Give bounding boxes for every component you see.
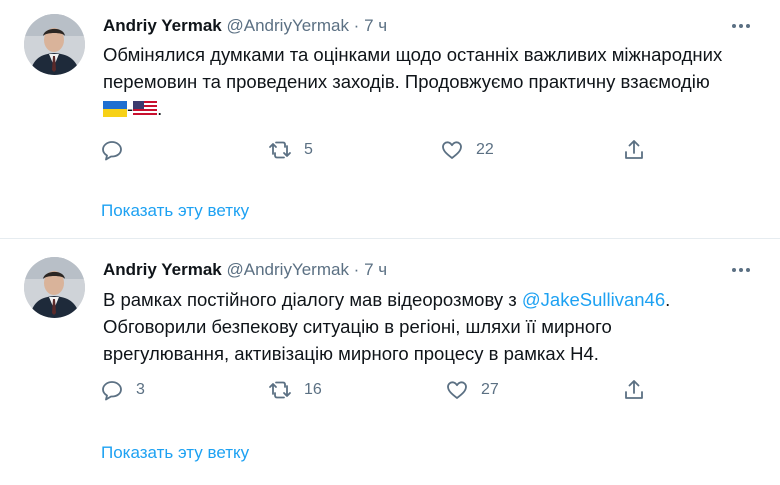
like-count: 22 [476,141,494,158]
share-button[interactable] [622,376,646,404]
tweet-text-line: Обговорили безпекову ситуацію в регіоні,… [103,316,612,337]
like-icon [442,141,462,159]
tweet-actions: 3 16 27 [100,376,660,404]
retweet-icon [269,381,291,399]
share-icon [625,140,643,159]
tweet-text-line: -. [103,95,763,122]
text-suffix: . [665,289,671,310]
tweet-2[interactable]: Andriy Yermak @AndriyYermak · 7 ч В рамк… [0,240,780,485]
mention-link[interactable]: @JakeSullivan46 [522,289,665,310]
author-name[interactable]: Andriy Yermak [103,260,222,279]
author-handle[interactable]: @AndriyYermak [227,260,349,279]
avatar-photo [24,14,85,75]
tweet-text-line: Обмінялися думками та оцінками щодо оста… [103,44,723,65]
tweet-1[interactable]: Andriy Yermak @AndriyYermak · 7 ч Обміня… [0,0,780,238]
timestamp[interactable]: 7 ч [364,16,387,35]
retweet-button[interactable]: 5 [268,136,313,164]
more-icon[interactable] [730,16,752,36]
author-name[interactable]: Andriy Yermak [103,16,222,35]
more-icon[interactable] [730,260,752,280]
like-button[interactable]: 27 [445,376,499,404]
retweet-count: 16 [304,381,322,398]
like-icon [447,381,467,399]
reply-count: 3 [136,381,145,398]
text-suffix: . [157,98,163,119]
avatar[interactable] [24,14,85,75]
tweet-divider [0,238,780,239]
reply-button[interactable]: 3 [100,376,145,404]
tweet-text: В рамках постійного діалогу мав відеороз… [103,286,763,367]
share-icon [625,380,643,399]
author-handle[interactable]: @AndriyYermak [227,16,349,35]
ukraine-flag-icon [103,101,127,117]
tweet-text: Обмінялися думками та оцінками щодо оста… [103,41,763,122]
reply-icon [102,141,122,161]
tweet-text-line: перемовин та проведених заходів. Продовж… [103,71,710,92]
retweet-icon [269,141,291,159]
separator-dot: · [348,16,365,35]
tweet-header: Andriy Yermak @AndriyYermak · 7 ч [103,260,387,280]
usa-flag-icon [133,101,158,117]
avatar[interactable] [24,257,85,318]
reply-button[interactable] [100,136,136,164]
retweet-count: 5 [304,141,313,158]
timestamp[interactable]: 7 ч [364,260,387,279]
tweet-text-line: врегулювання, активізацію мирного процес… [103,343,599,364]
tweet-header: Andriy Yermak @AndriyYermak · 7 ч [103,16,387,36]
like-button[interactable]: 22 [440,136,494,164]
text-prefix: В рамках постійного діалогу мав відеороз… [103,289,522,310]
separator-dot: · [348,260,365,279]
tweet-actions: 5 22 [100,136,660,164]
avatar-photo [24,257,85,318]
share-button[interactable] [622,136,646,164]
show-thread-link[interactable]: Показать эту ветку [101,201,249,221]
like-count: 27 [481,381,499,398]
retweet-button[interactable]: 16 [268,376,322,404]
show-thread-link[interactable]: Показать эту ветку [101,443,249,463]
tweet-text-line: В рамках постійного діалогу мав відеороз… [103,286,763,313]
reply-icon [102,381,122,401]
